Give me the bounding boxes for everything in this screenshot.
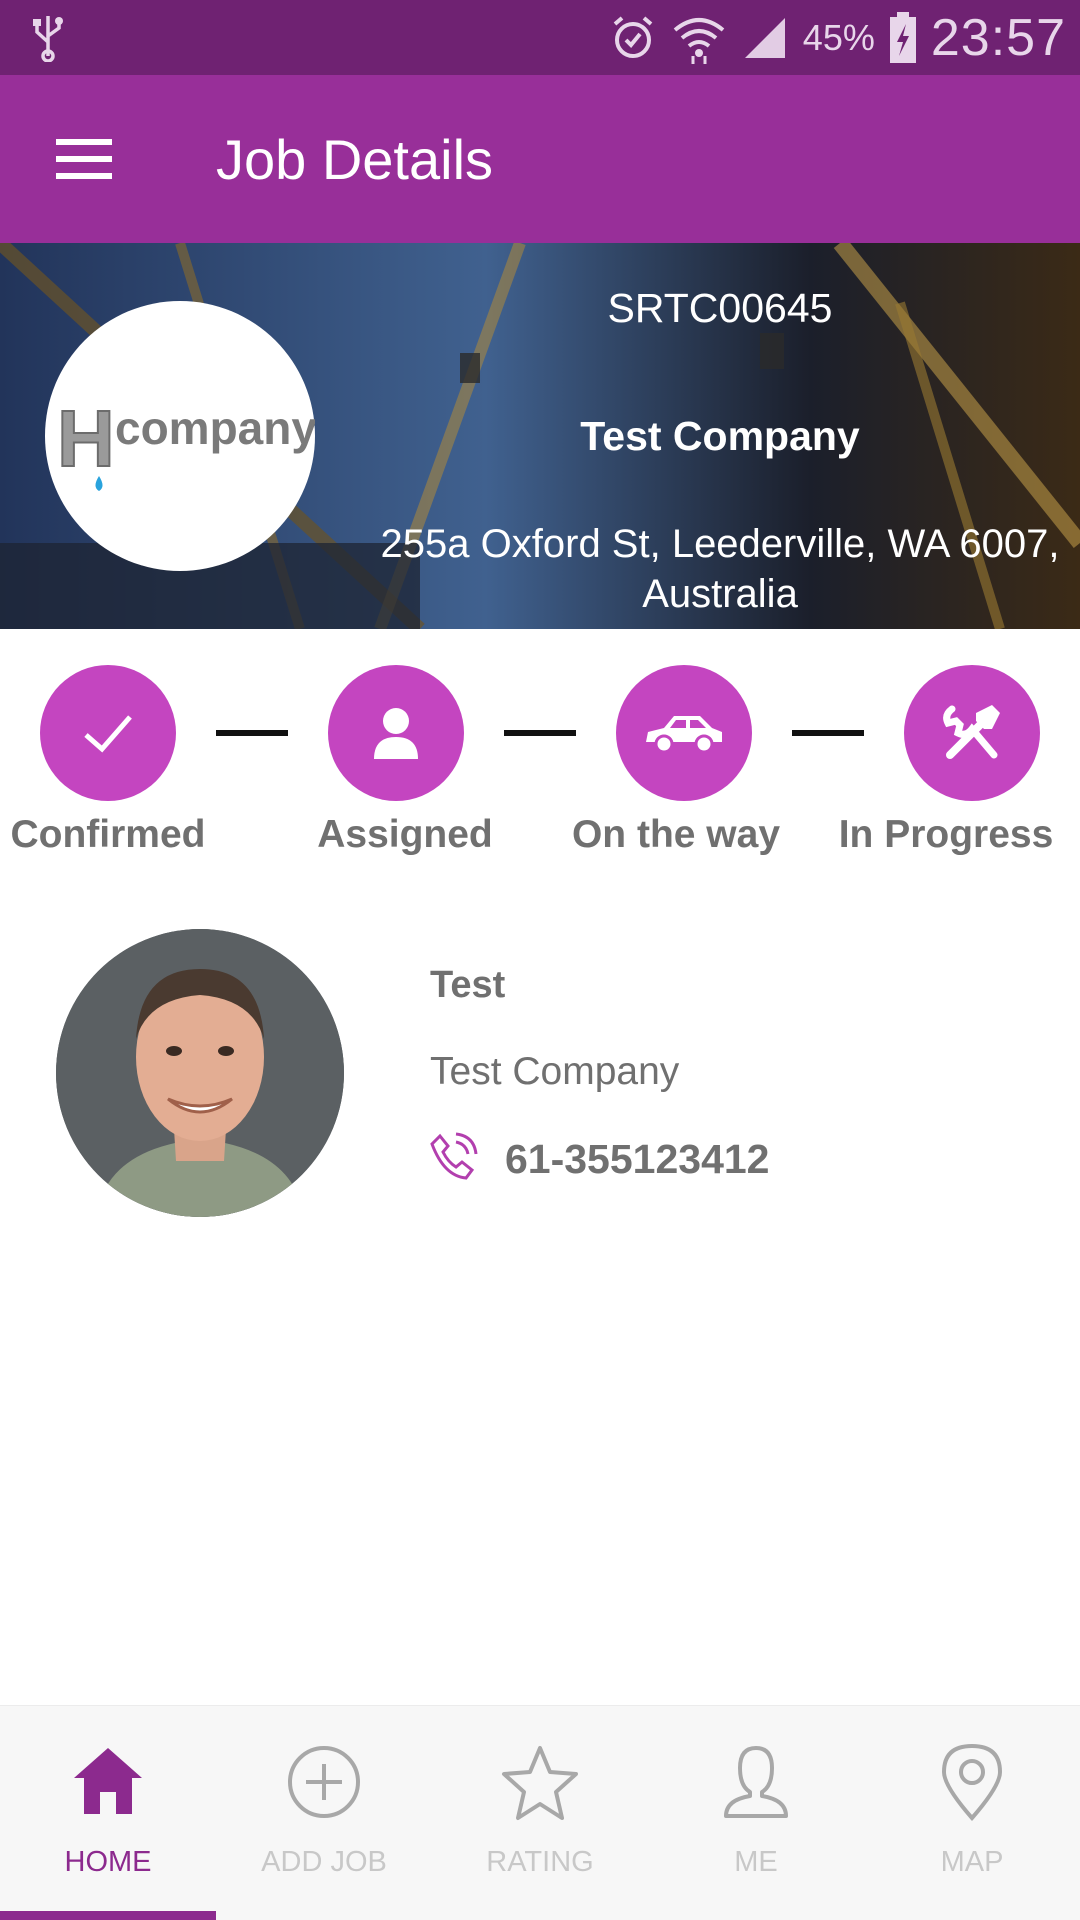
battery-charging-icon [889,11,916,63]
usb-icon [33,16,63,62]
bottom-navigation: HOME ADD JOB RATING ME MAP [0,1705,1080,1920]
person-outline-icon [724,1746,788,1818]
menu-button[interactable] [40,119,128,199]
contact-avatar [56,929,344,1217]
nav-rating[interactable]: RATING [432,1706,648,1920]
step-label-on-the-way: On the way [571,813,781,856]
nav-add-job[interactable]: ADD JOB [216,1706,432,1920]
signal-icon [744,17,785,58]
car-icon [646,716,722,754]
step-connector [216,730,288,736]
job-status-stepper: Confirmed Assigned On the way In Progres… [0,629,1080,879]
wifi-icon [673,17,725,64]
company-logo-image: H company [56,393,317,491]
tools-icon [943,705,1000,759]
step-assigned [328,665,464,801]
active-tab-indicator [0,1911,216,1920]
step-confirmed [40,665,176,801]
step-label-assigned: Assigned [317,813,493,856]
contact-photo [56,929,344,1217]
nav-home[interactable]: HOME [0,1706,216,1920]
job-address: 255a Oxford St, Leederville, WA 6007, Au… [380,522,1060,616]
step-connector [504,730,576,736]
contact-phone-number[interactable]: 61-355123412 [505,1136,769,1183]
contact-name: Test [430,964,506,1006]
hamburger-menu-icon [56,139,112,179]
status-bar: 45% 23:57 [0,0,1080,75]
home-icon [74,1748,142,1814]
company-logo: H company [45,301,317,571]
nav-home-label: HOME [64,1846,152,1878]
nav-add-job-label: ADD JOB [261,1846,387,1878]
nav-map-label: MAP [940,1846,1004,1878]
job-id: SRTC00645 [607,285,833,331]
step-in-progress [904,665,1040,801]
alarm-icon [613,15,653,58]
phone-icon[interactable] [426,1130,478,1182]
add-circle-icon [288,1746,360,1818]
page-title: Job Details [216,128,494,191]
step-label-confirmed: Confirmed [10,813,206,856]
step-label-in-progress: In Progress [838,813,1054,856]
star-icon [502,1746,578,1820]
map-pin-icon [941,1743,1003,1822]
person-icon [374,708,418,759]
nav-map[interactable]: MAP [864,1706,1080,1920]
clock: 23:57 [930,8,1066,67]
step-on-the-way [616,665,752,801]
logo-initial: H [57,394,115,483]
logo-word: company [115,402,315,454]
contact-company: Test Company [430,1050,680,1093]
battery-percent: 45% [802,16,875,58]
nav-me[interactable]: ME [648,1706,864,1920]
step-connector [792,730,864,736]
job-company-name: Test Company [580,413,860,459]
app-bar: Job Details [0,75,1080,243]
job-header-banner: H company SRTC00645 Test Company 255a Ox… [0,243,1080,629]
check-icon [84,715,132,753]
nav-me-label: ME [734,1846,778,1878]
nav-rating-label: RATING [486,1846,594,1878]
